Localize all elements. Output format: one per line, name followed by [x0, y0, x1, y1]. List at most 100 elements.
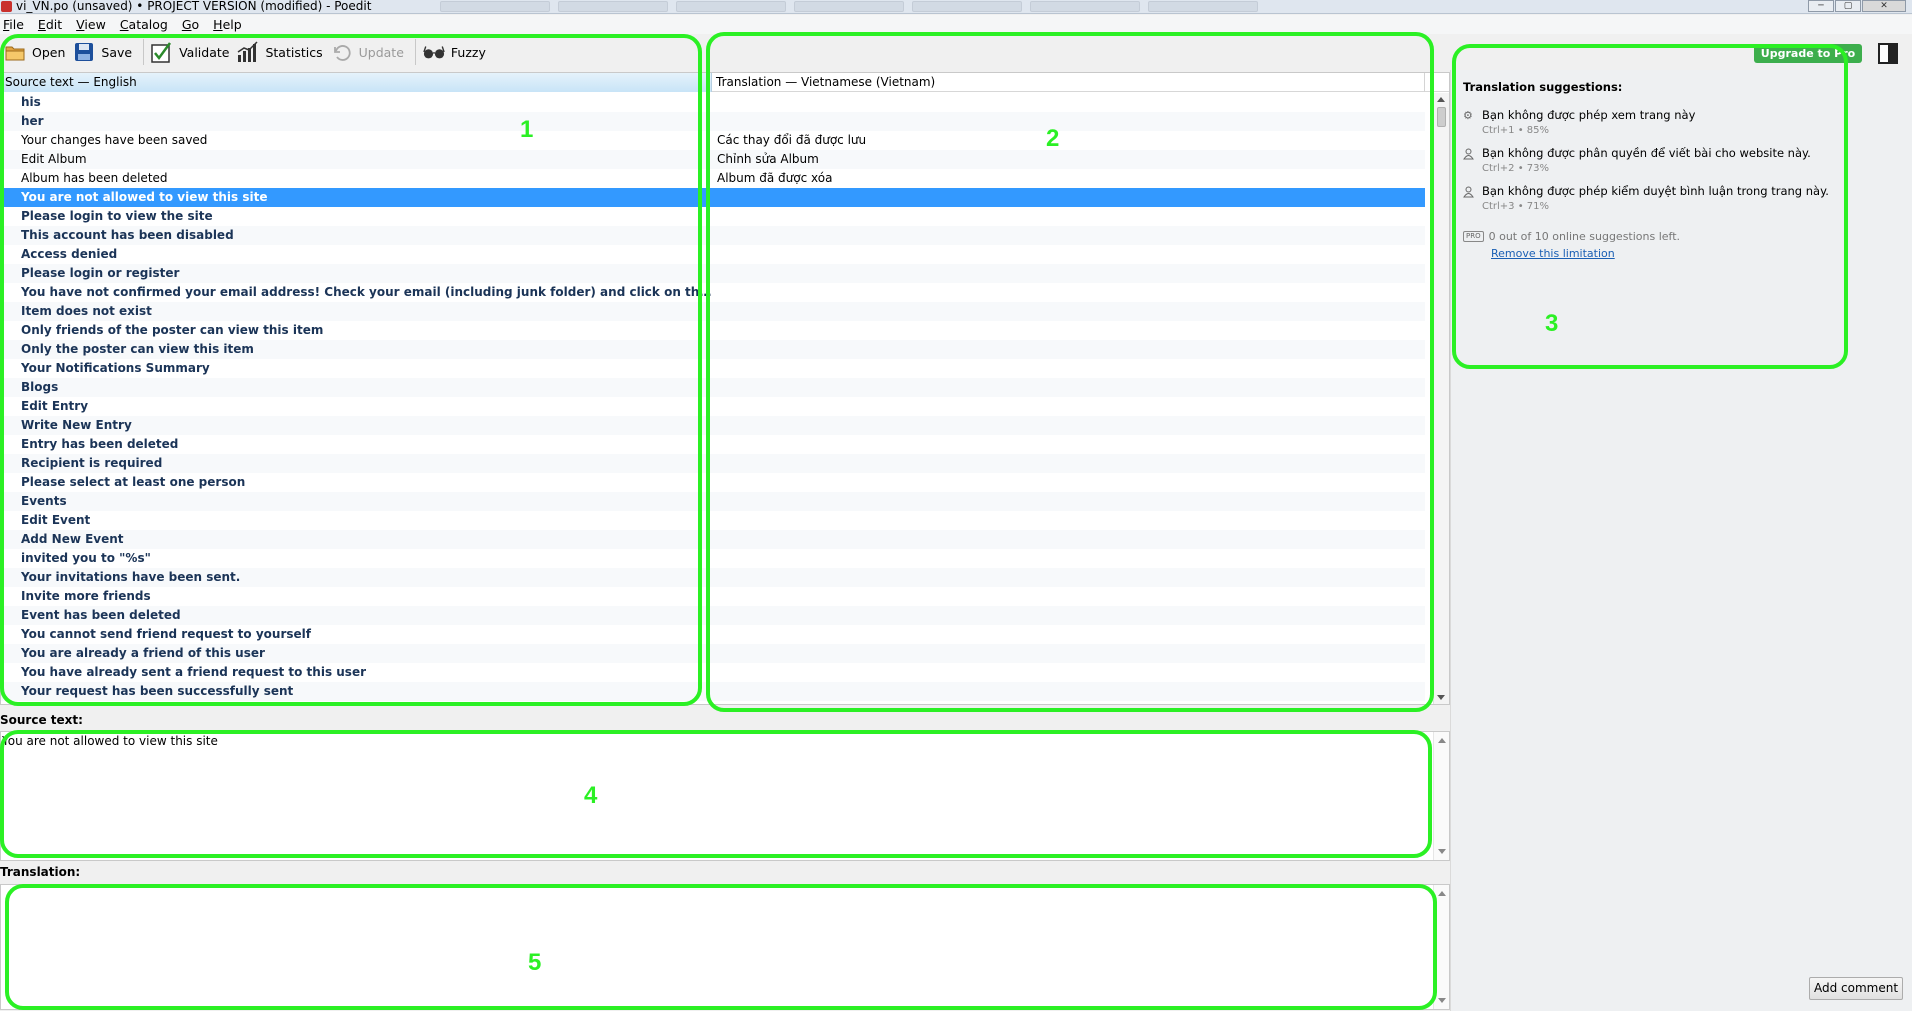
menu-file[interactable]: File: [3, 17, 32, 32]
annotation-label-5: 5: [528, 949, 542, 976]
minimize-button[interactable]: ─: [1808, 0, 1834, 12]
list-row[interactable]: invited you to "%s": [1, 549, 1425, 568]
translation-cell: [712, 606, 1425, 625]
source-cell: Only the poster can view this item: [21, 342, 254, 356]
menu-edit[interactable]: Edit: [38, 17, 70, 32]
fuzzy-button[interactable]: Fuzzy: [421, 38, 492, 66]
scroll-up-icon[interactable]: [1438, 738, 1446, 743]
translation-cell: [712, 682, 1425, 701]
folder-icon: [4, 41, 26, 63]
list-row[interactable]: You have already sent a friend request t…: [1, 663, 1425, 682]
scroll-up-icon[interactable]: [1437, 97, 1445, 102]
source-cell: Event has been deleted: [21, 608, 181, 622]
open-button[interactable]: Open: [2, 38, 71, 66]
suggestion-text: Bạn không được phép xem trang này: [1482, 108, 1696, 122]
list-row[interactable]: Events: [1, 492, 1425, 511]
translation-scrollbar[interactable]: [1433, 885, 1449, 1009]
list-row[interactable]: Your invitations have been sent.: [1, 568, 1425, 587]
list-row[interactable]: Please login or register: [1, 264, 1425, 283]
update-button[interactable]: Update: [329, 38, 410, 66]
list-row[interactable]: Please select at least one person: [1, 473, 1425, 492]
menu-catalog[interactable]: Catalog: [120, 17, 176, 32]
scroll-thumb[interactable]: [1437, 107, 1446, 127]
suggestions-title: Translation suggestions:: [1463, 80, 1623, 94]
list-row[interactable]: Blogs: [1, 378, 1425, 397]
list-row[interactable]: Your changes have been saved Các thay đổi…: [1, 131, 1425, 150]
list-row[interactable]: Item does not exist: [1, 302, 1425, 321]
list-row[interactable]: Album has been deleted Album đã được xóa: [1, 169, 1425, 188]
translation-column-header[interactable]: Translation — Vietnamese (Vietnam): [712, 73, 1425, 92]
list-row[interactable]: Only the poster can view this item: [1, 340, 1425, 359]
strings-list[interactable]: Source text — English Translation — Viet…: [0, 72, 1450, 705]
maximize-button[interactable]: ▢: [1835, 0, 1861, 12]
suggestion-meta: Ctrl+3 • 71%: [1482, 201, 1550, 212]
list-row[interactable]: Recipient is required: [1, 454, 1425, 473]
source-cell: Edit Event: [21, 513, 91, 527]
taskbar-tab: [912, 1, 1022, 12]
list-row[interactable]: Edit Album Chỉnh sửa Album: [1, 150, 1425, 169]
sidebar-toggle-icon[interactable]: [1878, 43, 1898, 64]
list-row[interactable]: Add New Event: [1, 530, 1425, 549]
menu-view[interactable]: View: [76, 17, 114, 32]
source-cell: Edit Entry: [21, 399, 89, 413]
source-cell: Please login to view the site: [21, 209, 213, 223]
source-cell: This account has been disabled: [21, 228, 234, 242]
window-controls: ─ ▢ ✕: [1807, 0, 1906, 12]
menu-go[interactable]: Go: [182, 17, 207, 32]
statistics-button[interactable]: Statistics: [235, 38, 328, 66]
scroll-down-icon[interactable]: [1438, 849, 1446, 854]
add-comment-button[interactable]: Add comment: [1809, 977, 1903, 1000]
taskbar-tab: [440, 1, 550, 12]
save-button[interactable]: Save: [71, 38, 138, 66]
scroll-up-icon[interactable]: [1438, 891, 1446, 896]
list-row[interactable]: Please login to view the site: [1, 207, 1425, 226]
annotation-label-3: 3: [1545, 310, 1559, 337]
source-cell: Please select at least one person: [21, 475, 246, 489]
list-row[interactable]: Write New Entry: [1, 416, 1425, 435]
list-row[interactable]: her: [1, 112, 1425, 131]
source-scrollbar[interactable]: [1433, 732, 1449, 860]
translation-cell: [712, 625, 1425, 644]
list-row[interactable]: Your request has been successfully sent: [1, 682, 1425, 701]
upgrade-to-pro-button[interactable]: Upgrade to Pro: [1754, 44, 1862, 63]
toolbar-separator: [414, 39, 416, 65]
annotation-label-2: 2: [1046, 125, 1060, 152]
source-column-header[interactable]: Source text — English: [1, 73, 712, 92]
source-cell: You are not allowed to view this site: [21, 190, 268, 204]
list-scrollbar[interactable]: [1433, 93, 1449, 704]
translation-cell: [712, 663, 1425, 682]
list-row[interactable]: You cannot send friend request to yourse…: [1, 625, 1425, 644]
list-row[interactable]: Edit Event: [1, 511, 1425, 530]
validate-label: Validate: [179, 44, 230, 60]
source-cell: Album has been deleted: [21, 171, 168, 185]
translation-cell: [712, 378, 1425, 397]
list-row[interactable]: his: [1, 93, 1425, 112]
menu-bar: File Edit View Catalog Go Help: [0, 15, 1912, 34]
source-cell: You have not confirmed your email addres…: [21, 285, 712, 299]
list-row[interactable]: This account has been disabled: [1, 226, 1425, 245]
scroll-down-icon[interactable]: [1437, 695, 1445, 700]
remove-limitation-link[interactable]: Remove this limitation: [1491, 247, 1615, 260]
list-row[interactable]: Only friends of the poster can view this…: [1, 321, 1425, 340]
validate-button[interactable]: Validate: [149, 38, 235, 66]
list-row[interactable]: You have not confirmed your email addres…: [1, 283, 1425, 302]
scroll-down-icon[interactable]: [1438, 998, 1446, 1003]
translation-cell: Các thay đổi đã được lưu: [717, 133, 867, 147]
close-button[interactable]: ✕: [1862, 0, 1906, 12]
list-row[interactable]: Entry has been deleted: [1, 435, 1425, 454]
list-row[interactable]: Your Notifications Summary: [1, 359, 1425, 378]
list-row[interactable]: Access denied: [1, 245, 1425, 264]
list-row[interactable]: Invite more friends: [1, 587, 1425, 606]
list-row[interactable]: You are already a friend of this user: [1, 644, 1425, 663]
translation-cell: [712, 283, 1425, 302]
suggestion-meta: Ctrl+1 • 85%: [1482, 125, 1550, 136]
menu-help[interactable]: Help: [213, 17, 250, 32]
list-row[interactable]: Edit Entry: [1, 397, 1425, 416]
source-cell: invited you to "%s": [21, 551, 151, 565]
list-row[interactable]: Event has been deleted: [1, 606, 1425, 625]
translation-input[interactable]: [0, 884, 1450, 1010]
list-row-selected[interactable]: You are not allowed to view this site: [1, 188, 1425, 207]
source-cell: Blogs: [21, 380, 59, 394]
translation-cell: [712, 454, 1425, 473]
translation-cell: [712, 530, 1425, 549]
